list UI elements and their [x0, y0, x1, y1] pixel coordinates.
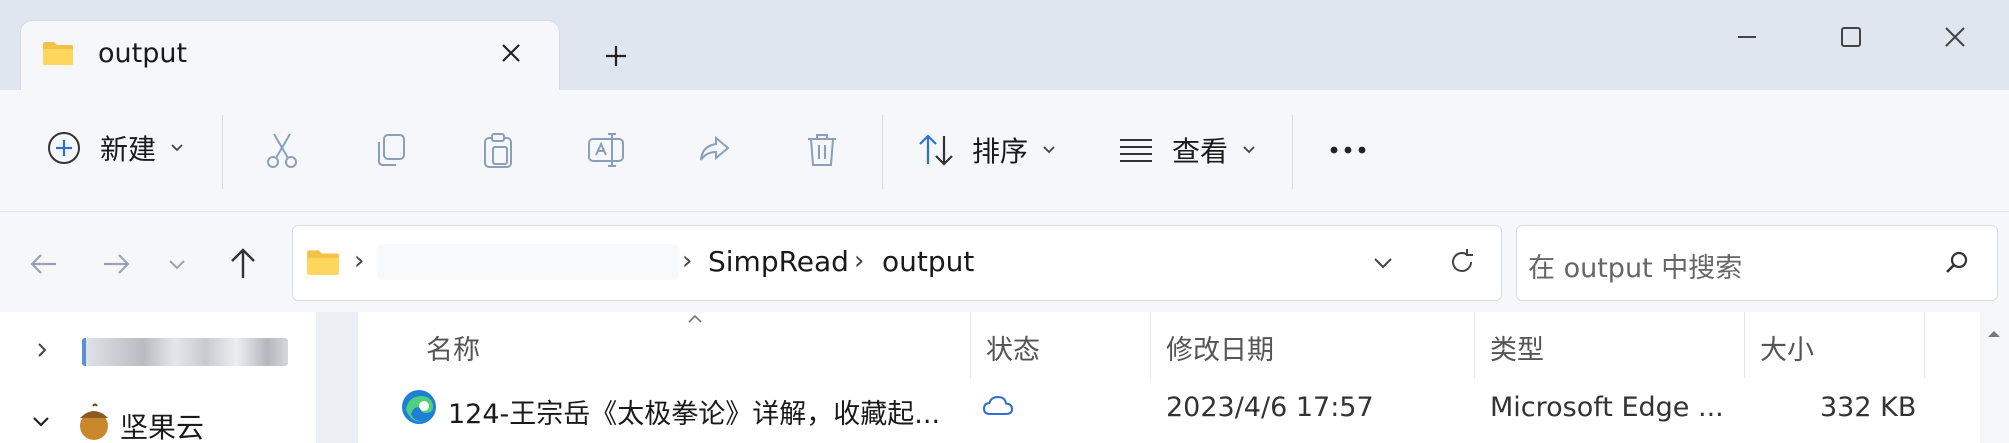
toolbar-separator — [1292, 115, 1293, 189]
nutstore-icon — [80, 403, 108, 440]
column-divider[interactable] — [1744, 312, 1745, 378]
address-history-chevron-icon[interactable] — [1370, 252, 1396, 274]
copy-icon[interactable] — [370, 130, 410, 170]
window-close-icon[interactable] — [1938, 20, 1972, 54]
column-divider[interactable] — [970, 312, 971, 378]
column-divider[interactable] — [1150, 312, 1151, 378]
search-icon[interactable] — [1942, 248, 1972, 278]
column-header-type[interactable]: 类型 — [1490, 328, 1544, 367]
scroll-up-icon[interactable] — [1984, 326, 2004, 342]
more-options-icon[interactable] — [1326, 132, 1370, 168]
sort-ascending-icon — [688, 314, 702, 323]
new-button[interactable]: 新建 — [46, 128, 186, 168]
up-icon[interactable] — [224, 244, 262, 282]
sort-button[interactable]: 排序 — [916, 130, 1058, 170]
folder-icon — [43, 42, 73, 65]
cut-icon[interactable] — [262, 130, 302, 170]
new-label: 新建 — [100, 133, 157, 166]
close-icon[interactable] — [496, 38, 526, 68]
folder-icon — [307, 250, 339, 275]
sort-icon — [919, 134, 953, 166]
add-circle-icon — [48, 132, 80, 164]
tab-title: output — [98, 38, 188, 69]
toolbar-separator — [222, 115, 223, 189]
edge-html-file-icon — [402, 390, 436, 424]
sort-label: 排序 — [972, 135, 1029, 168]
chevron-down-icon — [1243, 146, 1255, 154]
recent-locations-icon[interactable] — [166, 254, 188, 276]
forward-icon[interactable] — [98, 246, 134, 282]
share-icon[interactable] — [694, 130, 734, 170]
column-header-name[interactable]: 名称 — [426, 328, 480, 367]
column-header-status[interactable]: 状态 — [986, 328, 1040, 367]
view-list-icon — [1120, 139, 1152, 162]
search-placeholder: 在 output 中搜索 — [1528, 253, 1743, 284]
rename-icon[interactable] — [586, 130, 626, 170]
column-divider[interactable] — [1474, 312, 1475, 378]
refresh-icon[interactable] — [1446, 246, 1478, 278]
chevron-down-icon[interactable] — [30, 412, 52, 432]
breadcrumb-separator-icon: › — [682, 246, 693, 276]
minimize-icon[interactable] — [1730, 20, 1764, 54]
chevron-down-icon — [1043, 146, 1055, 154]
breadcrumb-separator-icon: › — [354, 246, 365, 276]
toolbar-separator — [882, 115, 883, 189]
navigation-pane-scrollbar[interactable] — [316, 312, 358, 443]
column-header-size[interactable]: 大小 — [1760, 328, 1814, 367]
file-name[interactable]: 124-王宗岳《太极拳论》详解，收藏起... — [448, 392, 940, 431]
view-label: 查看 — [1172, 135, 1229, 168]
file-modified: 2023/4/6 17:57 — [1166, 392, 1374, 423]
file-type: Microsoft Edge ... — [1490, 392, 1724, 423]
view-button[interactable]: 查看 — [1116, 130, 1258, 170]
delete-icon[interactable] — [802, 130, 842, 170]
redacted-nav-item[interactable] — [82, 338, 288, 366]
chevron-right-icon[interactable] — [32, 340, 52, 360]
back-icon[interactable] — [26, 246, 62, 282]
cloud-status-icon — [982, 395, 1014, 415]
breadcrumb-separator-icon: › — [854, 246, 865, 276]
nav-item-label[interactable]: 坚果云 — [120, 406, 204, 443]
breadcrumb-simpread[interactable]: SimpRead — [708, 245, 849, 278]
column-header-modified[interactable]: 修改日期 — [1166, 328, 1274, 367]
paste-icon[interactable] — [478, 130, 518, 170]
maximize-icon[interactable] — [1834, 20, 1868, 54]
redacted-breadcrumb[interactable] — [378, 244, 678, 280]
breadcrumb-output[interactable]: output — [882, 245, 974, 278]
column-divider[interactable] — [1924, 312, 1925, 378]
chevron-down-icon — [171, 144, 183, 152]
plus-icon[interactable] — [598, 38, 634, 74]
file-size: 332 KB — [1820, 392, 1917, 423]
